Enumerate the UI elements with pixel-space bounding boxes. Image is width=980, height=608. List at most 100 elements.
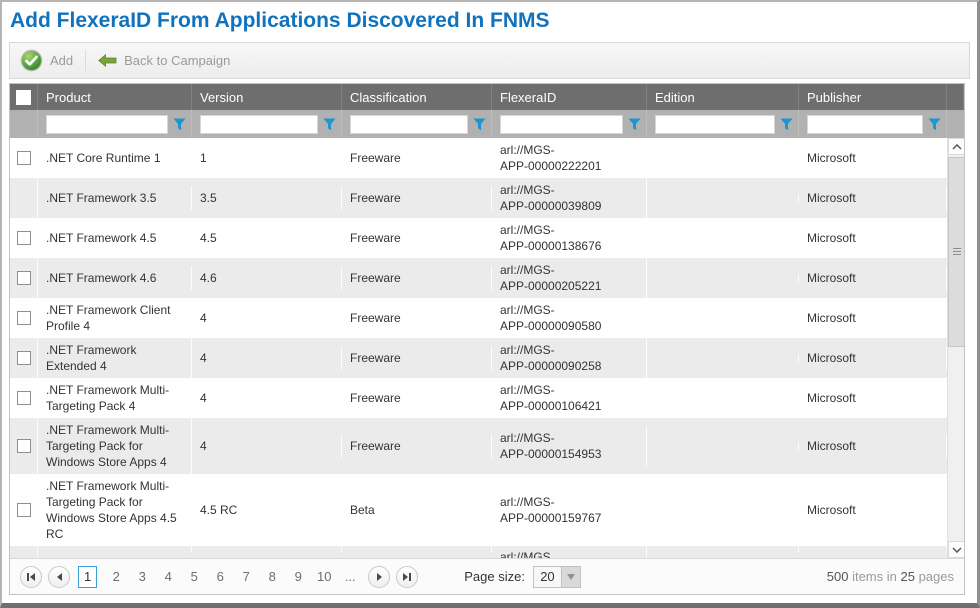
scroll-down-button[interactable] xyxy=(948,541,964,558)
cell-edition xyxy=(647,394,799,402)
dropdown-arrow-icon[interactable] xyxy=(561,567,580,587)
cell-publisher: Microsoft xyxy=(799,386,947,410)
back-to-campaign-button[interactable]: Back to Campaign xyxy=(98,53,230,68)
cell-classification: Beta xyxy=(342,498,492,522)
row-checkbox[interactable] xyxy=(17,151,31,165)
items-count-text: 500 items in 25 pages xyxy=(827,569,954,584)
page-number[interactable]: 7 xyxy=(238,569,254,584)
table-row[interactable]: .NET Framework 4.5 4.5 Freeware arl://MG… xyxy=(10,218,947,258)
cell-flexeraid: arl://MGS-APP-00000154953 xyxy=(492,426,647,466)
page-number[interactable]: 3 xyxy=(134,569,150,584)
page-number[interactable]: 2 xyxy=(108,569,124,584)
row-checkbox[interactable] xyxy=(17,503,31,517)
scroll-up-button[interactable] xyxy=(948,138,964,155)
cell-version: 4.6 xyxy=(192,266,342,290)
page-number[interactable]: 10 xyxy=(316,569,332,584)
row-checkbox[interactable] xyxy=(17,231,31,245)
cell-product: .NET Framework 3.5 xyxy=(38,186,192,210)
filter-input-edition[interactable] xyxy=(655,115,775,134)
vertical-scrollbar[interactable] xyxy=(947,138,964,558)
table-row-partial[interactable]: arl://MGS xyxy=(10,546,947,558)
cell-product: .NET Framework Multi-Targeting Pack for … xyxy=(38,418,192,474)
page-ellipsis[interactable]: ... xyxy=(342,569,358,584)
page-size-dropdown[interactable]: 20 xyxy=(533,566,581,588)
filter-funnel-button[interactable] xyxy=(780,118,793,131)
page-number[interactable]: 6 xyxy=(212,569,228,584)
scrollbar-thumb[interactable] xyxy=(948,157,964,347)
page-number[interactable]: 9 xyxy=(290,569,306,584)
toolbar: Add Back to Campaign xyxy=(9,42,970,79)
row-checkbox[interactable] xyxy=(17,311,31,325)
table-row[interactable]: .NET Core Runtime 1 1 Freeware arl://MGS… xyxy=(10,138,947,178)
filter-input-flexeraid[interactable] xyxy=(500,115,623,134)
column-header-label: Version xyxy=(200,90,243,105)
next-page-button[interactable] xyxy=(368,566,390,588)
first-page-button[interactable] xyxy=(20,566,42,588)
table-row[interactable]: .NET Framework 4.6 4.6 Freeware arl://MG… xyxy=(10,258,947,298)
table-row[interactable]: .NET Framework Multi-Targeting Pack for … xyxy=(10,418,947,474)
table-row[interactable]: .NET Framework 3.5 3.5 Freeware arl://MG… xyxy=(10,178,947,218)
page-number[interactable]: 4 xyxy=(160,569,176,584)
cell-product: .NET Framework Multi-Targeting Pack 4 xyxy=(38,378,192,418)
page-number-current[interactable]: 1 xyxy=(78,566,97,588)
cell-flexeraid: arl://MGS-APP-00000039809 xyxy=(492,178,647,218)
filter-funnel-button[interactable] xyxy=(173,118,186,131)
table-row[interactable]: .NET Framework Client Profile 4 4 Freewa… xyxy=(10,298,947,338)
table-row[interactable]: .NET Framework Multi-Targeting Pack 4 4 … xyxy=(10,378,947,418)
filter-input-publisher[interactable] xyxy=(807,115,923,134)
grid-header-row: Product Version Classification FlexeraID… xyxy=(10,84,964,110)
page-number[interactable]: 8 xyxy=(264,569,280,584)
cell-classification: Freeware xyxy=(342,346,492,370)
row-checkbox[interactable] xyxy=(17,271,31,285)
cell-flexeraid: arl://MGS xyxy=(492,546,647,558)
cell-version: 1 xyxy=(192,146,342,170)
prev-page-button[interactable] xyxy=(48,566,70,588)
grid-body: .NET Core Runtime 1 1 Freeware arl://MGS… xyxy=(10,138,964,558)
cell-product: .NET Core Runtime 1 xyxy=(38,146,192,170)
filter-input-product[interactable] xyxy=(46,115,168,134)
grid-filter-row xyxy=(10,110,964,138)
select-all-checkbox[interactable] xyxy=(16,90,31,105)
data-grid: Product Version Classification FlexeraID… xyxy=(9,83,965,595)
cell-publisher: Microsoft xyxy=(799,226,947,250)
cell-flexeraid: arl://MGS-APP-00000159767 xyxy=(492,490,647,530)
column-header-edition[interactable]: Edition xyxy=(647,84,799,110)
row-checkbox[interactable] xyxy=(17,391,31,405)
add-button-label: Add xyxy=(50,53,73,68)
add-button[interactable]: Add xyxy=(20,49,73,72)
table-row[interactable]: .NET Framework Extended 4 4 Freeware arl… xyxy=(10,338,947,378)
filter-input-version[interactable] xyxy=(200,115,318,134)
cell-version: 4 xyxy=(192,346,342,370)
cell-classification: Freeware xyxy=(342,226,492,250)
filter-funnel-button[interactable] xyxy=(323,118,336,131)
cell-version: 4 xyxy=(192,386,342,410)
cell-classification: Freeware xyxy=(342,434,492,458)
add-check-icon xyxy=(20,49,43,72)
cell-flexeraid: arl://MGS-APP-00000090580 xyxy=(492,298,647,338)
page-title: Add FlexeraID From Applications Discover… xyxy=(10,8,970,34)
cell-flexeraid: arl://MGS-APP-00000106421 xyxy=(492,378,647,418)
cell-flexeraid: arl://MGS-APP-00000205221 xyxy=(492,258,647,298)
table-row[interactable]: .NET Framework Multi-Targeting Pack for … xyxy=(10,474,947,546)
filter-funnel-button[interactable] xyxy=(928,118,941,131)
column-header-label: Product xyxy=(46,90,91,105)
chevron-down-icon xyxy=(952,547,962,553)
filter-funnel-button[interactable] xyxy=(628,118,641,131)
cell-edition xyxy=(647,354,799,362)
cell-version: 4 xyxy=(192,434,342,458)
cell-version: 4.5 RC xyxy=(192,498,342,522)
last-page-button[interactable] xyxy=(396,566,418,588)
cell-edition xyxy=(647,154,799,162)
filter-funnel-button[interactable] xyxy=(473,118,486,131)
column-header-version[interactable]: Version xyxy=(192,84,342,110)
filter-input-classification[interactable] xyxy=(350,115,468,134)
column-header-flexeraid[interactable]: FlexeraID xyxy=(492,84,647,110)
cell-product: .NET Framework 4.5 xyxy=(38,226,192,250)
page-number[interactable]: 5 xyxy=(186,569,202,584)
row-checkbox[interactable] xyxy=(17,351,31,365)
column-header-publisher[interactable]: Publisher xyxy=(799,84,947,110)
cell-product: .NET Framework Multi-Targeting Pack for … xyxy=(38,474,192,546)
column-header-classification[interactable]: Classification xyxy=(342,84,492,110)
row-checkbox[interactable] xyxy=(17,439,31,453)
column-header-product[interactable]: Product xyxy=(38,84,192,110)
